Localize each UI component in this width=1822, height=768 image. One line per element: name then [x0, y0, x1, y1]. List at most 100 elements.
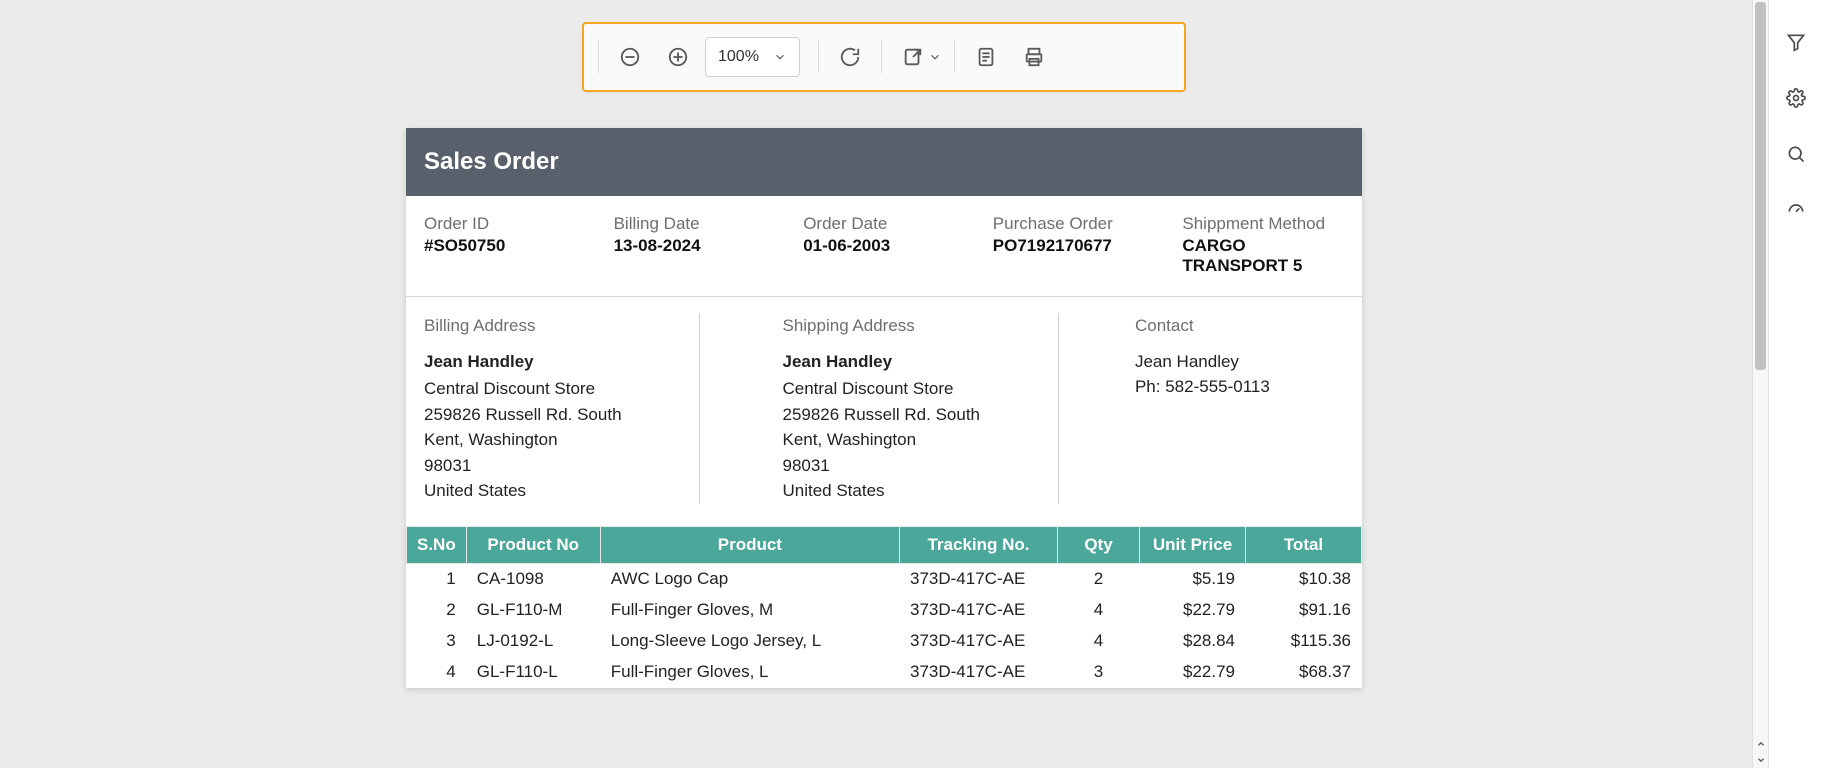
billing-date-label: Billing Date: [614, 214, 776, 234]
table-cell: $22.79: [1140, 656, 1246, 687]
table-cell: $91.16: [1246, 594, 1362, 625]
table-cell: Full-Finger Gloves, L: [600, 656, 899, 687]
table-cell: LJ-0192-L: [466, 625, 600, 656]
table-cell: 3: [1058, 656, 1140, 687]
contact-name: Jean Handley: [1135, 349, 1344, 375]
report-viewer-area: 100% Sales Order Order ID: [0, 0, 1768, 768]
chevron-down-icon: [1756, 755, 1766, 765]
gauge-icon: [1786, 200, 1806, 220]
search-button[interactable]: [1782, 140, 1810, 168]
performance-button[interactable]: [1782, 196, 1810, 224]
table-cell: AWC Logo Cap: [600, 563, 899, 594]
shipping-address-country: United States: [782, 478, 1037, 504]
table-cell: 4: [1058, 594, 1140, 625]
table-cell: $22.79: [1140, 594, 1246, 625]
table-cell: 373D-417C-AE: [900, 656, 1058, 687]
scroll-thumb[interactable]: [1755, 2, 1766, 370]
contact-title: Contact: [1135, 313, 1344, 339]
refresh-button[interactable]: [829, 36, 871, 78]
table-cell: 3: [407, 625, 467, 656]
table-cell: CA-1098: [466, 563, 600, 594]
shipping-address-title: Shipping Address: [782, 313, 1037, 339]
order-id-label: Order ID: [424, 214, 586, 234]
contact-block: Contact Jean Handley Ph: 582-555-0113: [1059, 313, 1344, 504]
billing-address-street: 259826 Russell Rd. South: [424, 402, 679, 428]
table-cell: $68.37: [1246, 656, 1362, 687]
plus-circle-icon: [667, 46, 689, 68]
billing-address-name: Jean Handley: [424, 349, 679, 375]
order-date-value: 01-06-2003: [803, 236, 965, 256]
table-head-6: Total: [1246, 526, 1362, 563]
billing-address-zip: 98031: [424, 453, 679, 479]
report-title: Sales Order: [406, 128, 1362, 196]
vertical-scrollbar[interactable]: [1752, 0, 1768, 768]
zoom-level-value: 100%: [718, 48, 759, 66]
search-icon: [1786, 144, 1806, 164]
zoom-in-button[interactable]: [657, 36, 699, 78]
print-button[interactable]: [1013, 36, 1055, 78]
chevron-up-icon: [1756, 739, 1766, 749]
po-label: Purchase Order: [993, 214, 1155, 234]
shipping-address-store: Central Discount Store: [782, 376, 1037, 402]
table-head-3: Tracking No.: [900, 526, 1058, 563]
refresh-icon: [839, 46, 861, 68]
gear-icon: [1786, 88, 1806, 108]
table-row: 3LJ-0192-LLong-Sleeve Logo Jersey, L373D…: [407, 625, 1362, 656]
table-row: 2GL-F110-MFull-Finger Gloves, M373D-417C…: [407, 594, 1362, 625]
table-cell: GL-F110-M: [466, 594, 600, 625]
table-head-0: S.No: [407, 526, 467, 563]
billing-address-city: Kent, Washington: [424, 427, 679, 453]
shipping-address-city: Kent, Washington: [782, 427, 1037, 453]
report-page: Sales Order Order ID #SO50750 Billing Da…: [406, 128, 1362, 688]
table-cell: $10.38: [1246, 563, 1362, 594]
zoom-out-button[interactable]: [609, 36, 651, 78]
zoom-level-select[interactable]: 100%: [705, 37, 800, 77]
address-row: Billing Address Jean Handley Central Dis…: [406, 297, 1362, 526]
po-value: PO7192170677: [993, 236, 1155, 256]
filter-icon: [1786, 32, 1806, 52]
line-items-table: S.NoProduct NoProductTracking No.QtyUnit…: [406, 526, 1362, 688]
table-cell: 1: [407, 563, 467, 594]
table-cell: Long-Sleeve Logo Jersey, L: [600, 625, 899, 656]
chevron-down-icon: [928, 50, 942, 64]
filter-button[interactable]: [1782, 28, 1810, 56]
chevron-down-icon: [773, 50, 787, 64]
table-row: 1CA-1098AWC Logo Cap373D-417C-AE2$5.19$1…: [407, 563, 1362, 594]
table-cell: Full-Finger Gloves, M: [600, 594, 899, 625]
report-toolbar: 100%: [582, 22, 1186, 92]
document-icon: [975, 46, 997, 68]
print-icon: [1023, 46, 1045, 68]
side-panel: [1768, 0, 1822, 768]
export-icon: [902, 46, 924, 68]
scroll-up-arrow[interactable]: [1753, 736, 1768, 752]
settings-button[interactable]: [1782, 84, 1810, 112]
document-view-button[interactable]: [965, 36, 1007, 78]
shipping-address: Shipping Address Jean Handley Central Di…: [700, 313, 1058, 504]
scroll-down-arrow[interactable]: [1753, 752, 1768, 768]
export-dropdown-toggle[interactable]: [926, 36, 944, 78]
order-id-value: #SO50750: [424, 236, 586, 256]
table-cell: 4: [1058, 625, 1140, 656]
table-cell: 373D-417C-AE: [900, 594, 1058, 625]
shipping-address-name: Jean Handley: [782, 349, 1037, 375]
table-cell: 2: [1058, 563, 1140, 594]
table-cell: $28.84: [1140, 625, 1246, 656]
table-cell: 373D-417C-AE: [900, 563, 1058, 594]
contact-phone: Ph: 582-555-0113: [1135, 374, 1344, 400]
billing-address-store: Central Discount Store: [424, 376, 679, 402]
billing-address-title: Billing Address: [424, 313, 679, 339]
ship-method-label: Shippment Method: [1182, 214, 1344, 234]
shipping-address-zip: 98031: [782, 453, 1037, 479]
table-cell: 4: [407, 656, 467, 687]
order-details-row: Order ID #SO50750 Billing Date 13-08-202…: [406, 196, 1362, 297]
table-head-5: Unit Price: [1140, 526, 1246, 563]
billing-address-country: United States: [424, 478, 679, 504]
table-cell: GL-F110-L: [466, 656, 600, 687]
ship-method-value: CARGO TRANSPORT 5: [1182, 236, 1344, 276]
minus-circle-icon: [619, 46, 641, 68]
table-head-2: Product: [600, 526, 899, 563]
table-head-4: Qty: [1058, 526, 1140, 563]
table-head-1: Product No: [466, 526, 600, 563]
table-cell: $5.19: [1140, 563, 1246, 594]
shipping-address-street: 259826 Russell Rd. South: [782, 402, 1037, 428]
